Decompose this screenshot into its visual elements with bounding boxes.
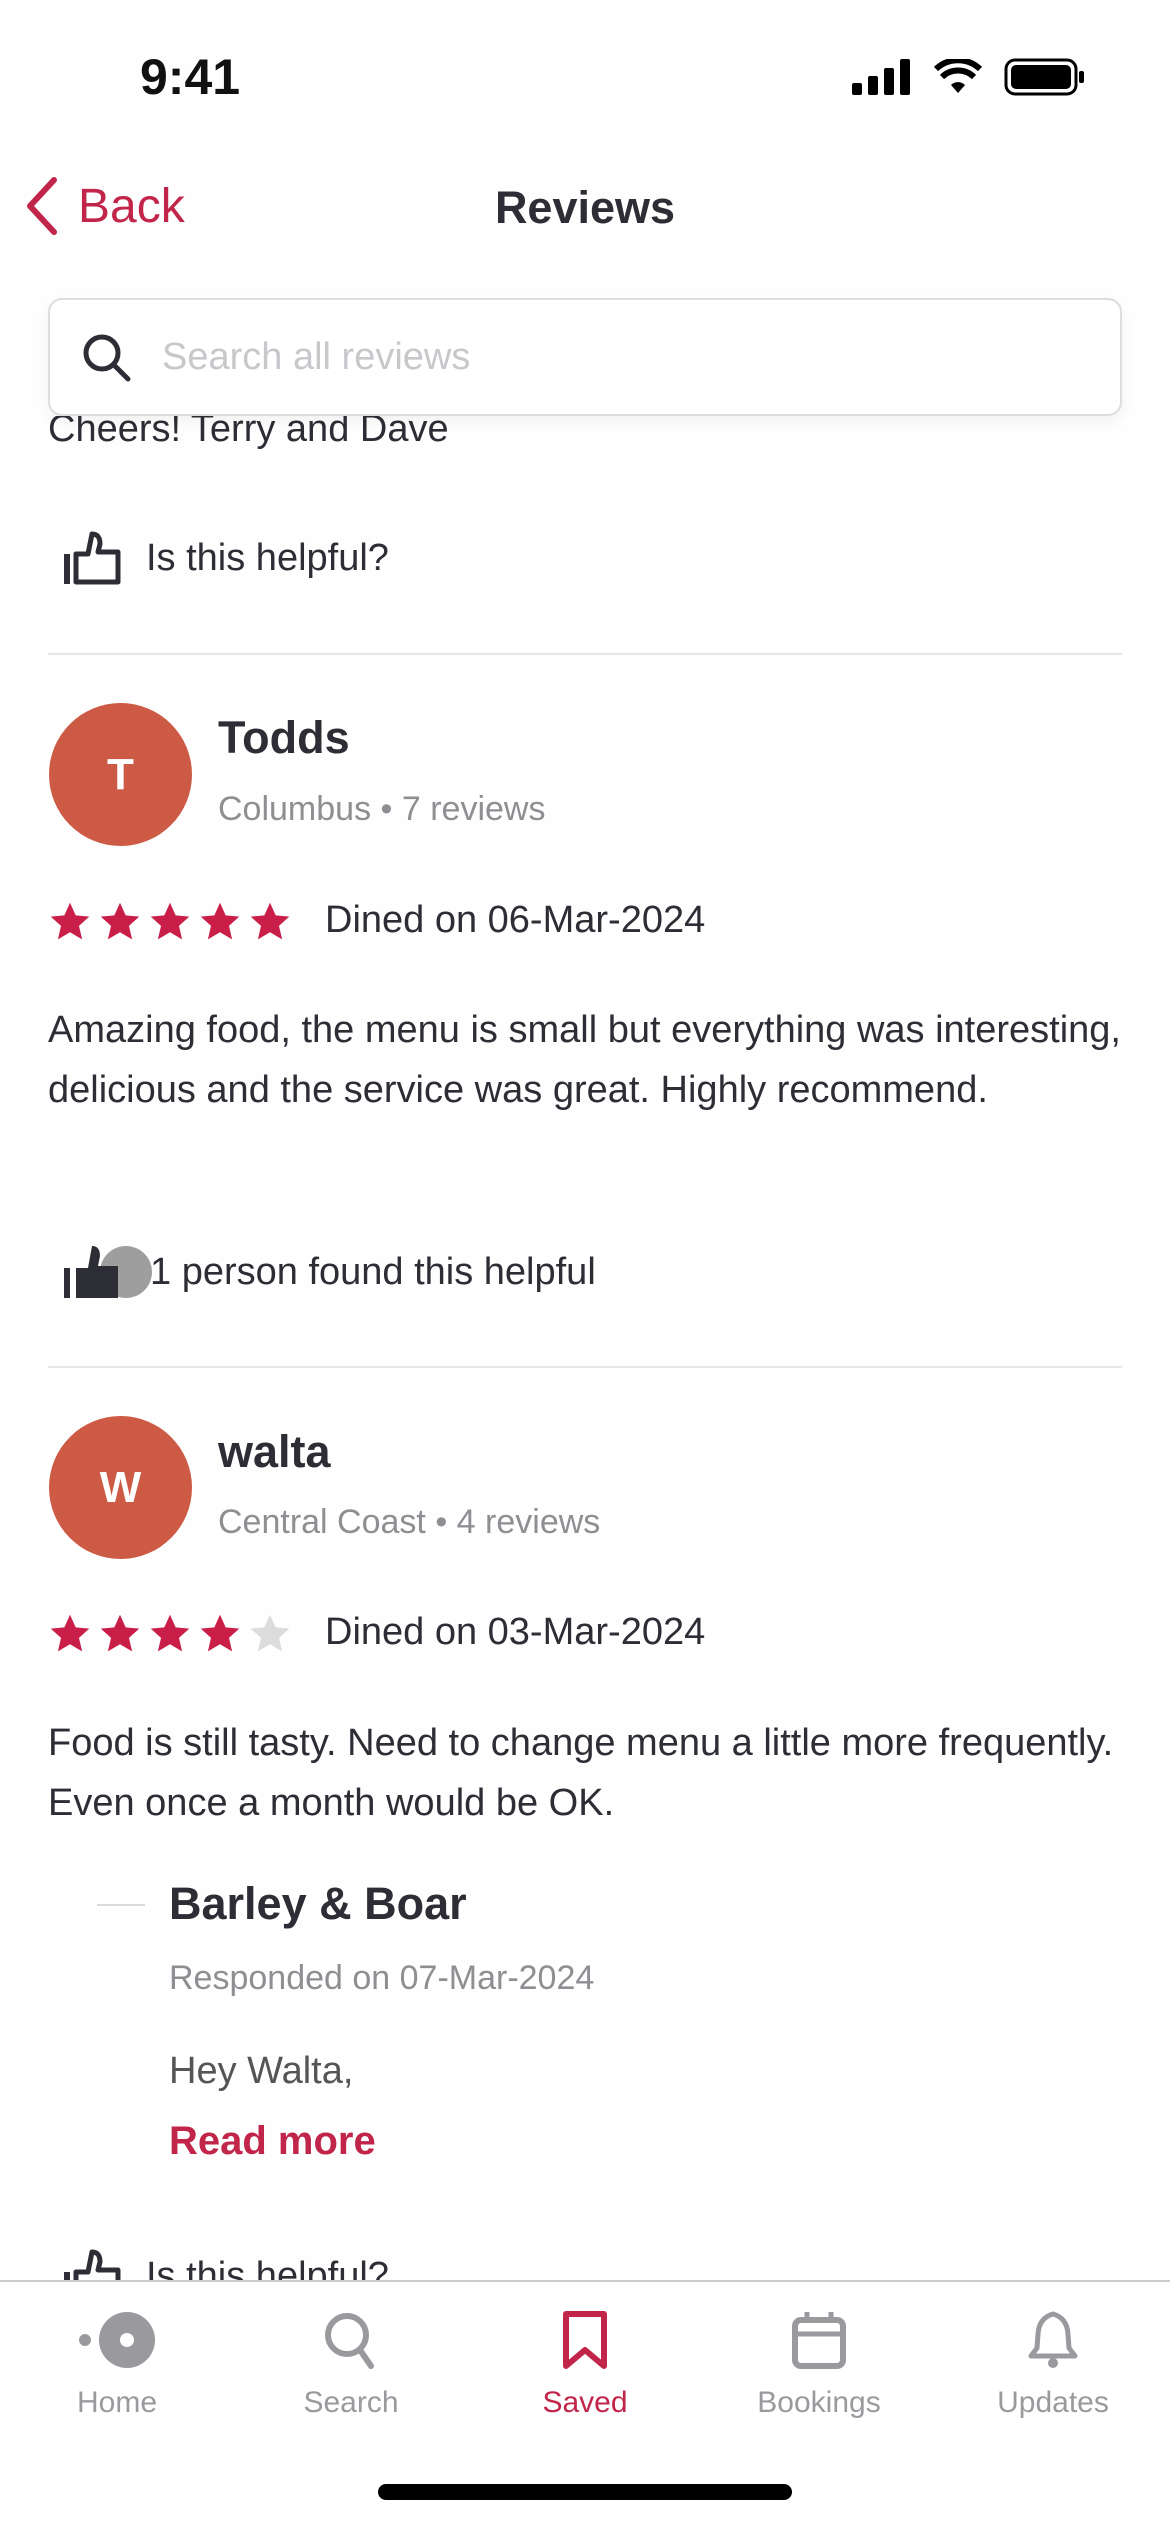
review-text: Food is still tasty. Need to change menu…: [48, 1722, 1114, 1824]
divider: [48, 653, 1122, 655]
star-filled-icon: [50, 902, 90, 940]
reviewer-name[interactable]: Todds: [218, 712, 350, 764]
dined-date: Dined on 06-Mar-2024: [325, 899, 706, 941]
read-more-link[interactable]: Read more: [169, 2119, 376, 2164]
search-input[interactable]: [162, 335, 1062, 379]
battery-icon: [1004, 58, 1084, 96]
search-icon: [83, 334, 131, 382]
star-filled-icon: [200, 1614, 240, 1652]
search-icon: [325, 2313, 374, 2369]
star-filled-icon: [150, 1614, 190, 1652]
status-time: 9:41: [140, 49, 241, 105]
calendar-icon: [792, 2312, 846, 2369]
response-text: Hey Walta,: [169, 2050, 354, 2092]
tab-updates[interactable]: Updates: [936, 2310, 1170, 2420]
avatar: T: [49, 703, 192, 846]
helpful-button[interactable]: 1 person found this helpful: [62, 1242, 596, 1302]
reviewer-meta: Columbus • 7 reviews: [218, 790, 546, 828]
thumbs-up-filled-icon: [64, 1246, 152, 1298]
response-indent-line: [97, 1904, 145, 1906]
response-author: Barley & Boar: [169, 1878, 467, 1929]
search-bar[interactable]: [48, 298, 1122, 416]
reviewer-name[interactable]: walta: [218, 1426, 331, 1478]
star-empty-icon: [250, 1614, 290, 1652]
page-title: Reviews: [494, 182, 676, 233]
tab-saved[interactable]: Saved: [468, 2310, 702, 2420]
star-filled-icon: [200, 902, 240, 940]
response-date: Responded on 07-Mar-2024: [169, 1959, 595, 1997]
bell-icon: [1028, 2311, 1078, 2368]
avatar: W: [49, 1416, 192, 1559]
thumbs-up-outline-icon: [64, 531, 121, 585]
home-icon: [79, 2312, 155, 2368]
tab-home[interactable]: Home: [0, 2310, 234, 2420]
previous-review-tail: Cheers! Terry and Dave: [48, 416, 449, 450]
star-rating: [48, 1612, 292, 1656]
home-indicator: [378, 2484, 792, 2500]
star-filled-icon: [50, 1614, 90, 1652]
star-filled-icon: [250, 902, 290, 940]
star-filled-icon: [100, 1614, 140, 1652]
review-text: Amazing food, the menu is small but ever…: [48, 1009, 1121, 1111]
tab-search[interactable]: Search: [234, 2310, 468, 2420]
tab-bookings[interactable]: Bookings: [702, 2310, 936, 2420]
status-icons: [852, 58, 1086, 96]
signal-icon: [852, 59, 910, 95]
reviewer-meta: Central Coast • 4 reviews: [218, 1503, 601, 1541]
dined-date: Dined on 03-Mar-2024: [325, 1611, 706, 1653]
star-filled-icon: [100, 902, 140, 940]
bookmark-icon: [563, 2311, 607, 2369]
star-rating: [48, 900, 292, 944]
wifi-icon: [934, 59, 982, 93]
helpful-button[interactable]: Is this helpful?: [62, 530, 389, 586]
divider: [48, 1366, 1122, 1368]
star-filled-icon: [150, 902, 190, 940]
